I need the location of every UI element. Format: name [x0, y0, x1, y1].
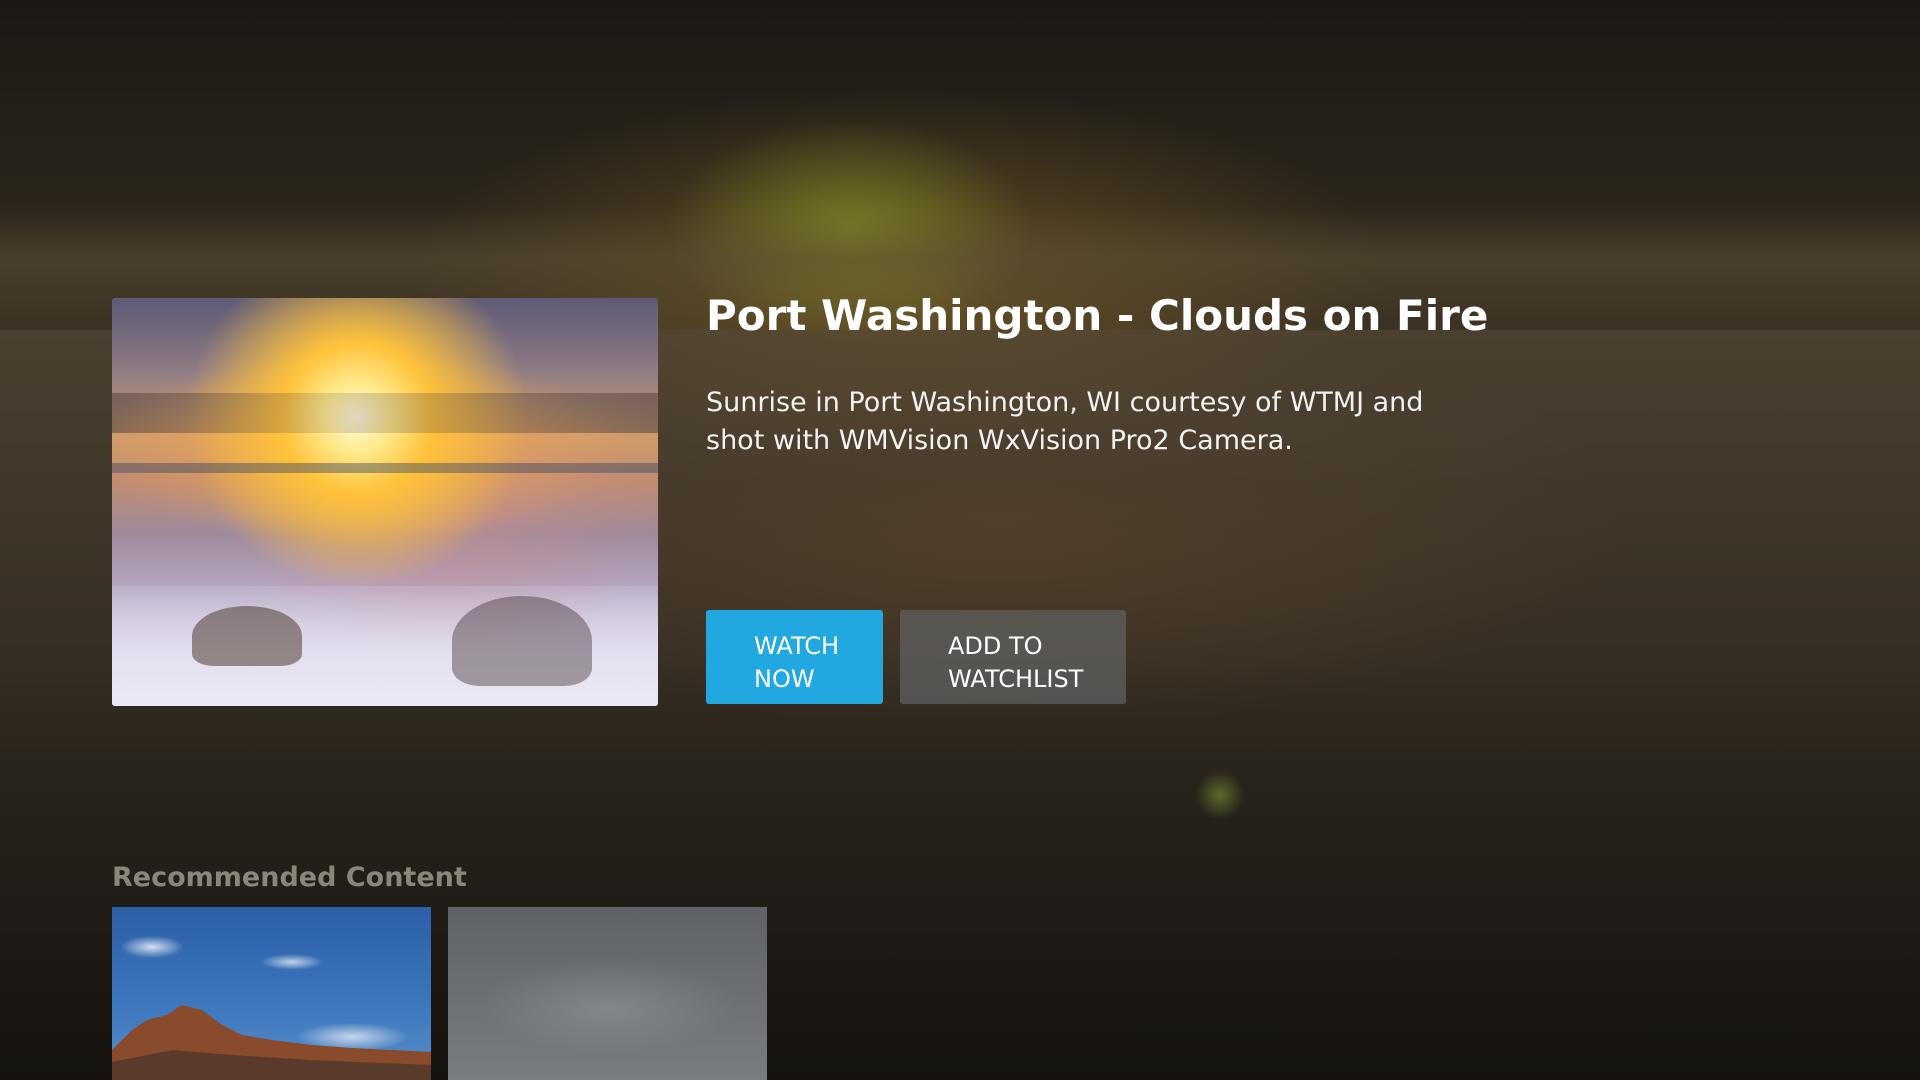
recommended-card-1[interactable]	[112, 907, 431, 1080]
content-title: Port Washington - Clouds on Fire	[706, 291, 1489, 340]
thumbnail-clouds	[112, 393, 658, 433]
recommended-card-2[interactable]	[448, 907, 767, 1080]
thumbnail-trees	[452, 596, 592, 686]
details-screen: Port Washington - Clouds on Fire Sunrise…	[0, 0, 1920, 1080]
content-description: Sunrise in Port Washington, WI courtesy …	[706, 387, 1424, 456]
add-to-watchlist-button[interactable]: ADD TO WATCHLIST	[900, 610, 1126, 704]
thumbnail-lake	[112, 463, 658, 473]
recommended-heading: Recommended Content	[112, 862, 467, 893]
thumbnail-shrubs	[192, 606, 302, 666]
hero-thumbnail	[112, 298, 658, 706]
watch-now-button[interactable]: WATCH NOW	[706, 610, 883, 704]
lens-flare	[1195, 770, 1245, 820]
mountain-graphic	[112, 1005, 431, 1080]
